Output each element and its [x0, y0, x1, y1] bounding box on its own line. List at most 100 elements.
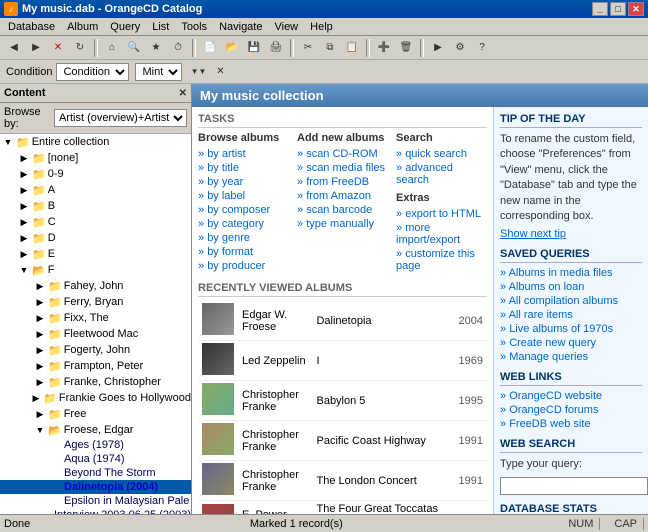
add-album-button[interactable]: ➕: [374, 38, 394, 58]
menu-help[interactable]: Help: [304, 20, 339, 34]
tree-item-f[interactable]: ▼📂F: [0, 262, 191, 278]
expand-fleetwood-icon[interactable]: ▶: [32, 327, 48, 341]
expand-09-icon[interactable]: ▶: [16, 167, 32, 181]
album-row-4[interactable]: Christopher Franke Pacific Coast Highway…: [198, 421, 487, 461]
expand-froese-icon[interactable]: ▼: [32, 423, 48, 437]
task-from-amazon[interactable]: from Amazon: [297, 190, 388, 202]
task-by-category[interactable]: by category: [198, 218, 289, 230]
tree-item-fixx[interactable]: ▶📁Fixx, The: [0, 310, 191, 326]
play-button[interactable]: ▶: [428, 38, 448, 58]
back-button[interactable]: ◀: [4, 38, 24, 58]
paste-button[interactable]: 📋: [342, 38, 362, 58]
task-by-producer[interactable]: by producer: [198, 260, 289, 272]
menu-tools[interactable]: Tools: [175, 20, 213, 34]
help-btn[interactable]: ?: [472, 38, 492, 58]
link-freedb[interactable]: FreeDB web site: [500, 418, 642, 430]
task-customize[interactable]: customize this page: [396, 248, 487, 272]
tree-item-b[interactable]: ▶📁B: [0, 198, 191, 214]
task-by-label[interactable]: by label: [198, 190, 289, 202]
tree-item-interview[interactable]: Interview 2003.06.25 (2003): [0, 508, 191, 514]
tree-root[interactable]: ▼ 📁 Entire collection: [0, 134, 191, 150]
tree-item-fogerty[interactable]: ▶📁Fogerty, John: [0, 342, 191, 358]
link-orangecd-forums[interactable]: OrangeCD forums: [500, 404, 642, 416]
task-by-title[interactable]: by title: [198, 162, 289, 174]
maximize-button[interactable]: □: [610, 2, 626, 16]
tree[interactable]: ▼ 📁 Entire collection ▶📁[none] ▶📁0-9 ▶📁A…: [0, 134, 191, 514]
menu-view[interactable]: View: [268, 20, 304, 34]
task-quick-search[interactable]: quick search: [396, 148, 487, 160]
refresh-button[interactable]: ↻: [70, 38, 90, 58]
tree-item-frampton[interactable]: ▶📁Frampton, Peter: [0, 358, 191, 374]
menu-navigate[interactable]: Navigate: [213, 20, 268, 34]
expand-e-icon[interactable]: ▶: [16, 247, 32, 261]
task-by-year[interactable]: by year: [198, 176, 289, 188]
search-button[interactable]: 🔍: [124, 38, 144, 58]
expand-ferry-icon[interactable]: ▶: [32, 295, 48, 309]
tree-item-09[interactable]: ▶📁0-9: [0, 166, 191, 182]
album-row-6[interactable]: E. Power Biggs The Four Great Toccatas a…: [198, 501, 487, 515]
task-import-export[interactable]: more import/export: [396, 222, 487, 246]
task-from-freedb[interactable]: from FreeDB: [297, 176, 388, 188]
save-button[interactable]: 💾: [244, 38, 264, 58]
task-export-html[interactable]: export to HTML: [396, 208, 487, 220]
query-media-files[interactable]: Albums in media files: [500, 267, 642, 279]
tree-item-ferry[interactable]: ▶📁Ferry, Bryan: [0, 294, 191, 310]
mint-select[interactable]: Mint: [135, 63, 182, 81]
task-by-genre[interactable]: by genre: [198, 232, 289, 244]
tree-item-epsilon[interactable]: Epsilon in Malaysian Pale: [0, 494, 191, 508]
album-row-5[interactable]: Christopher Franke The London Concert 19…: [198, 461, 487, 501]
expand-fahey-icon[interactable]: ▶: [32, 279, 48, 293]
panel-close-button[interactable]: ✕: [179, 88, 187, 99]
expand-none-icon[interactable]: ▶: [16, 151, 32, 165]
browse-select[interactable]: Artist (overview)+Artist: [54, 109, 187, 127]
print-button[interactable]: 🖨: [266, 38, 286, 58]
task-type-manually[interactable]: type manually: [297, 218, 388, 230]
expand-free-icon[interactable]: ▶: [32, 407, 48, 421]
stop-button[interactable]: ✕: [48, 38, 68, 58]
tree-item-aqua[interactable]: Aqua (1974): [0, 452, 191, 466]
task-by-composer[interactable]: by composer: [198, 204, 289, 216]
expand-b-icon[interactable]: ▶: [16, 199, 32, 213]
expand-frampton-icon[interactable]: ▶: [32, 359, 48, 373]
expand-fogerty-icon[interactable]: ▶: [32, 343, 48, 357]
task-scan-cdrom[interactable]: scan CD-ROM: [297, 148, 388, 160]
tree-item-ages[interactable]: Ages (1978): [0, 438, 191, 452]
album-row-1[interactable]: Edgar W. Froese Dalinetopia 2004: [198, 301, 487, 341]
link-orangecd-website[interactable]: OrangeCD website: [500, 390, 642, 402]
menu-album[interactable]: Album: [61, 20, 104, 34]
expand-fixx-icon[interactable]: ▶: [32, 311, 48, 325]
filter-button[interactable]: ▼▼: [188, 62, 208, 82]
copy-button[interactable]: ⧉: [320, 38, 340, 58]
tree-item-free[interactable]: ▶📁Free: [0, 406, 191, 422]
task-scan-media[interactable]: scan media files: [297, 162, 388, 174]
expand-frankie-icon[interactable]: ▶: [29, 391, 43, 405]
tree-item-fleetwood[interactable]: ▶📁Fleetwood Mac: [0, 326, 191, 342]
query-manage[interactable]: Manage queries: [500, 351, 642, 363]
cut-button[interactable]: ✂: [298, 38, 318, 58]
new-button[interactable]: 📄: [200, 38, 220, 58]
tree-item-d[interactable]: ▶📁D: [0, 230, 191, 246]
query-compilations[interactable]: All compilation albums: [500, 295, 642, 307]
tree-item-franke[interactable]: ▶📁Franke, Christopher: [0, 374, 191, 390]
task-by-artist[interactable]: by artist: [198, 148, 289, 160]
tree-item-c[interactable]: ▶📁C: [0, 214, 191, 230]
close-button[interactable]: ✕: [628, 2, 644, 16]
album-row-3[interactable]: Christopher Franke Babylon 5 1995: [198, 381, 487, 421]
expand-root-icon[interactable]: ▼: [0, 135, 16, 149]
tree-item-none[interactable]: ▶📁[none]: [0, 150, 191, 166]
delete-button[interactable]: 🗑: [396, 38, 416, 58]
tree-item-a[interactable]: ▶📁A: [0, 182, 191, 198]
tree-item-e[interactable]: ▶📁E: [0, 246, 191, 262]
window-controls[interactable]: _ □ ✕: [592, 2, 644, 16]
query-live-1970s[interactable]: Live albums of 1970s: [500, 323, 642, 335]
forward-button[interactable]: ▶: [26, 38, 46, 58]
settings-button[interactable]: ⚙: [450, 38, 470, 58]
history-button[interactable]: ⏱: [168, 38, 188, 58]
show-next-tip-link[interactable]: Show next tip: [500, 228, 566, 240]
tree-item-froese[interactable]: ▼📂Froese, Edgar: [0, 422, 191, 438]
tree-item-dalinetopia[interactable]: Dalinetopia (2004): [0, 480, 191, 494]
menu-query[interactable]: Query: [104, 20, 146, 34]
minimize-button[interactable]: _: [592, 2, 608, 16]
menu-list[interactable]: List: [146, 20, 175, 34]
task-scan-barcode[interactable]: scan barcode: [297, 204, 388, 216]
